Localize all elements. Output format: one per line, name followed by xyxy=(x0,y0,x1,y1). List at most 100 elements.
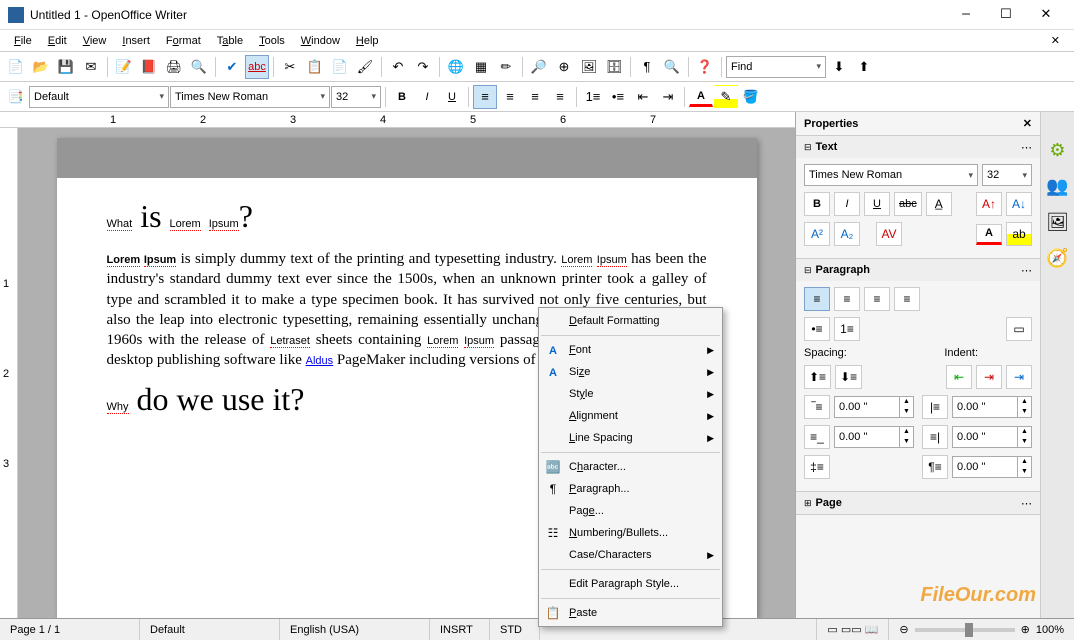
ctx-alignment[interactable]: Alignment▶ xyxy=(539,405,722,427)
ctx-character[interactable]: 🔤Character... xyxy=(539,456,722,478)
undo-button[interactable]: ↶ xyxy=(386,55,410,79)
sidebar-subscript-button[interactable]: A₂ xyxy=(834,222,860,246)
properties-tab[interactable]: ⚙ xyxy=(1044,136,1072,164)
find-replace-button[interactable]: 🔎 xyxy=(527,55,551,79)
zoom-slider[interactable] xyxy=(915,628,1015,632)
font-color-button[interactable]: A xyxy=(689,86,713,107)
spellcheck-button[interactable]: ✔ xyxy=(220,55,244,79)
pdf-button[interactable]: 📕 xyxy=(137,55,161,79)
preview-button[interactable]: 🔍 xyxy=(187,55,211,79)
sidebar-numbering-button[interactable]: 1≡ xyxy=(834,317,860,341)
heading-1[interactable]: What is Lorem Ipsum? xyxy=(107,198,707,235)
decrease-indent-button[interactable]: ⇤ xyxy=(946,365,972,389)
redo-button[interactable]: ↷ xyxy=(411,55,435,79)
sidebar-increase-font-button[interactable]: A↑ xyxy=(976,192,1002,216)
doc-close-button[interactable]: ✕ xyxy=(1043,32,1068,50)
new-button[interactable]: 📄 xyxy=(4,55,28,79)
zoom-button[interactable]: 🔍 xyxy=(660,55,684,79)
edit-file-button[interactable]: 📝 xyxy=(112,55,136,79)
ctx-line-spacing[interactable]: Line Spacing▶ xyxy=(539,427,722,449)
navigator-tab[interactable]: 🧭 xyxy=(1044,244,1072,272)
sidebar-underline-button[interactable]: U xyxy=(864,192,890,216)
nonprinting-button[interactable]: ¶ xyxy=(635,55,659,79)
space-below-input[interactable]: ▲▼ xyxy=(834,426,914,448)
sidebar-italic-button[interactable]: I xyxy=(834,192,860,216)
menu-tools[interactable]: Tools xyxy=(251,33,293,49)
datasources-button[interactable]: 🗄 xyxy=(602,55,626,79)
menu-edit[interactable]: Edit xyxy=(40,33,75,49)
text-section-header[interactable]: ⊟ Text ⋯ xyxy=(796,136,1040,158)
sidebar-close-button[interactable]: ✕ xyxy=(1023,117,1032,130)
sidebar-font-combo[interactable]: Times New Roman xyxy=(804,164,978,186)
space-above-input[interactable]: ▲▼ xyxy=(834,396,914,418)
sidebar-align-center[interactable]: ≡ xyxy=(834,287,860,311)
find-prev-button[interactable]: ⬇ xyxy=(827,55,851,79)
page-section-header[interactable]: ⊞ Page ⋯ xyxy=(796,492,1040,514)
increase-spacing-button[interactable]: ⬆≡ xyxy=(804,365,831,389)
save-button[interactable]: 💾 xyxy=(54,55,78,79)
menu-help[interactable]: Help xyxy=(348,33,387,49)
ctx-default-formatting[interactable]: Default Formatting xyxy=(539,310,722,332)
horizontal-ruler[interactable]: 1 2 3 4 5 6 7 xyxy=(0,112,795,128)
print-button[interactable]: 🖨 xyxy=(162,55,186,79)
sidebar-spacing-button[interactable]: AV xyxy=(876,222,902,246)
align-center-button[interactable]: ≡ xyxy=(498,85,522,109)
sidebar-superscript-button[interactable]: A² xyxy=(804,222,830,246)
sidebar-strike-button[interactable]: abc xyxy=(894,192,922,216)
draw-button[interactable]: ✏ xyxy=(494,55,518,79)
sidebar-align-justify[interactable]: ≡ xyxy=(894,287,920,311)
find-combo[interactable]: Find xyxy=(726,56,826,78)
indent-before-input[interactable]: ▲▼ xyxy=(952,396,1032,418)
ctx-edit-paragraph-style[interactable]: Edit Paragraph Style... xyxy=(539,573,722,595)
gallery-tab[interactable]: 🖼 xyxy=(1044,208,1072,236)
paste-button[interactable]: 📄 xyxy=(328,55,352,79)
email-button[interactable]: ✉ xyxy=(79,55,103,79)
sidebar-align-right[interactable]: ≡ xyxy=(864,287,890,311)
font-name-combo[interactable]: Times New Roman xyxy=(170,86,330,108)
sidebar-align-left[interactable]: ≡ xyxy=(804,287,830,311)
sidebar-highlight-button[interactable]: ab xyxy=(1006,222,1032,246)
copy-button[interactable]: 📋 xyxy=(303,55,327,79)
table-button[interactable]: ▦ xyxy=(469,55,493,79)
styles-button[interactable]: 📑 xyxy=(4,85,28,109)
close-button[interactable]: ✕ xyxy=(1026,1,1066,29)
increase-indent-button[interactable]: ⇥ xyxy=(976,365,1002,389)
more-options-icon[interactable]: ⋯ xyxy=(1021,141,1032,154)
numbering-button[interactable]: 1≡ xyxy=(581,85,605,109)
bg-color-button[interactable]: 🪣 xyxy=(739,85,763,109)
hanging-indent-button[interactable]: ⇥ xyxy=(1006,365,1032,389)
ctx-case[interactable]: Case/Characters▶ xyxy=(539,544,722,566)
line-spacing-button[interactable]: ‡≡ xyxy=(804,455,830,479)
open-button[interactable]: 📂 xyxy=(29,55,53,79)
autospell-button[interactable]: abc xyxy=(245,55,269,79)
more-options-icon[interactable]: ⋯ xyxy=(1021,497,1032,510)
align-justify-button[interactable]: ≡ xyxy=(548,85,572,109)
ctx-font[interactable]: AFont▶ xyxy=(539,339,722,361)
find-next-button[interactable]: ⬆ xyxy=(852,55,876,79)
indent-after-input[interactable]: ▲▼ xyxy=(952,426,1032,448)
ctx-style[interactable]: Style▶ xyxy=(539,383,722,405)
bold-button[interactable]: B xyxy=(390,85,414,109)
sidebar-decrease-font-button[interactable]: A↓ xyxy=(1006,192,1032,216)
menu-view[interactable]: View xyxy=(75,33,115,49)
styles-tab[interactable]: 👥 xyxy=(1044,172,1072,200)
format-paint-button[interactable]: 🖌 xyxy=(353,55,377,79)
paragraph-style-combo[interactable]: Default xyxy=(29,86,169,108)
navigator-button[interactable]: ⊕ xyxy=(552,55,576,79)
minimize-button[interactable]: ─ xyxy=(946,1,986,29)
align-left-button[interactable]: ≡ xyxy=(473,85,497,109)
ctx-size[interactable]: ASize▶ xyxy=(539,361,722,383)
sidebar-bold-button[interactable]: B xyxy=(804,192,830,216)
ctx-paragraph[interactable]: ¶Paragraph... xyxy=(539,478,722,500)
highlight-button[interactable]: ✎ xyxy=(714,85,738,109)
font-size-combo[interactable]: 32 xyxy=(331,86,381,108)
vertical-ruler[interactable]: 1 2 3 xyxy=(0,128,18,618)
decrease-spacing-button[interactable]: ⬇≡ xyxy=(835,365,862,389)
menu-window[interactable]: Window xyxy=(293,33,348,49)
menu-table[interactable]: Table xyxy=(209,33,251,49)
sidebar-bgcolor-button[interactable]: ▭ xyxy=(1006,317,1032,341)
bullets-button[interactable]: •≡ xyxy=(606,85,630,109)
gallery-button[interactable]: 🖼 xyxy=(577,55,601,79)
paragraph-section-header[interactable]: ⊟ Paragraph ⋯ xyxy=(796,259,1040,281)
increase-indent-button[interactable]: ⇥ xyxy=(656,85,680,109)
